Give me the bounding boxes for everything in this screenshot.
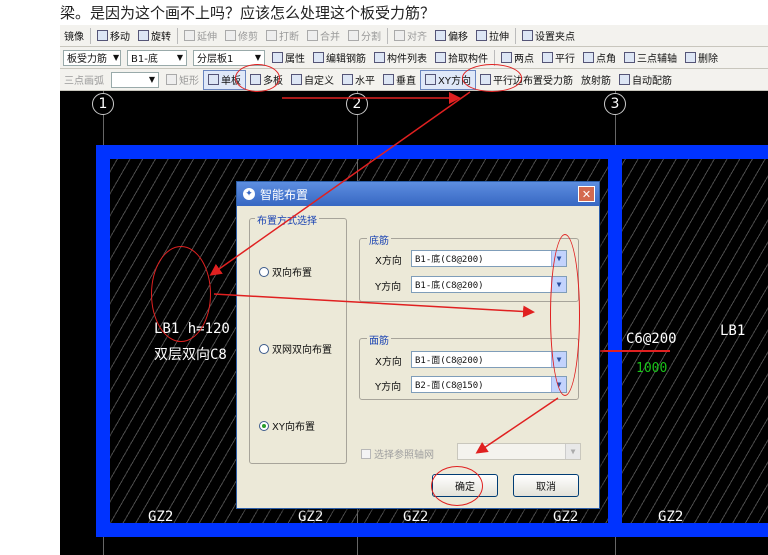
annotation-arrows — [209, 91, 559, 454]
annotation-arrow — [209, 91, 471, 276]
annotation-arrow — [213, 293, 535, 318]
annotation-arrow — [475, 397, 559, 454]
